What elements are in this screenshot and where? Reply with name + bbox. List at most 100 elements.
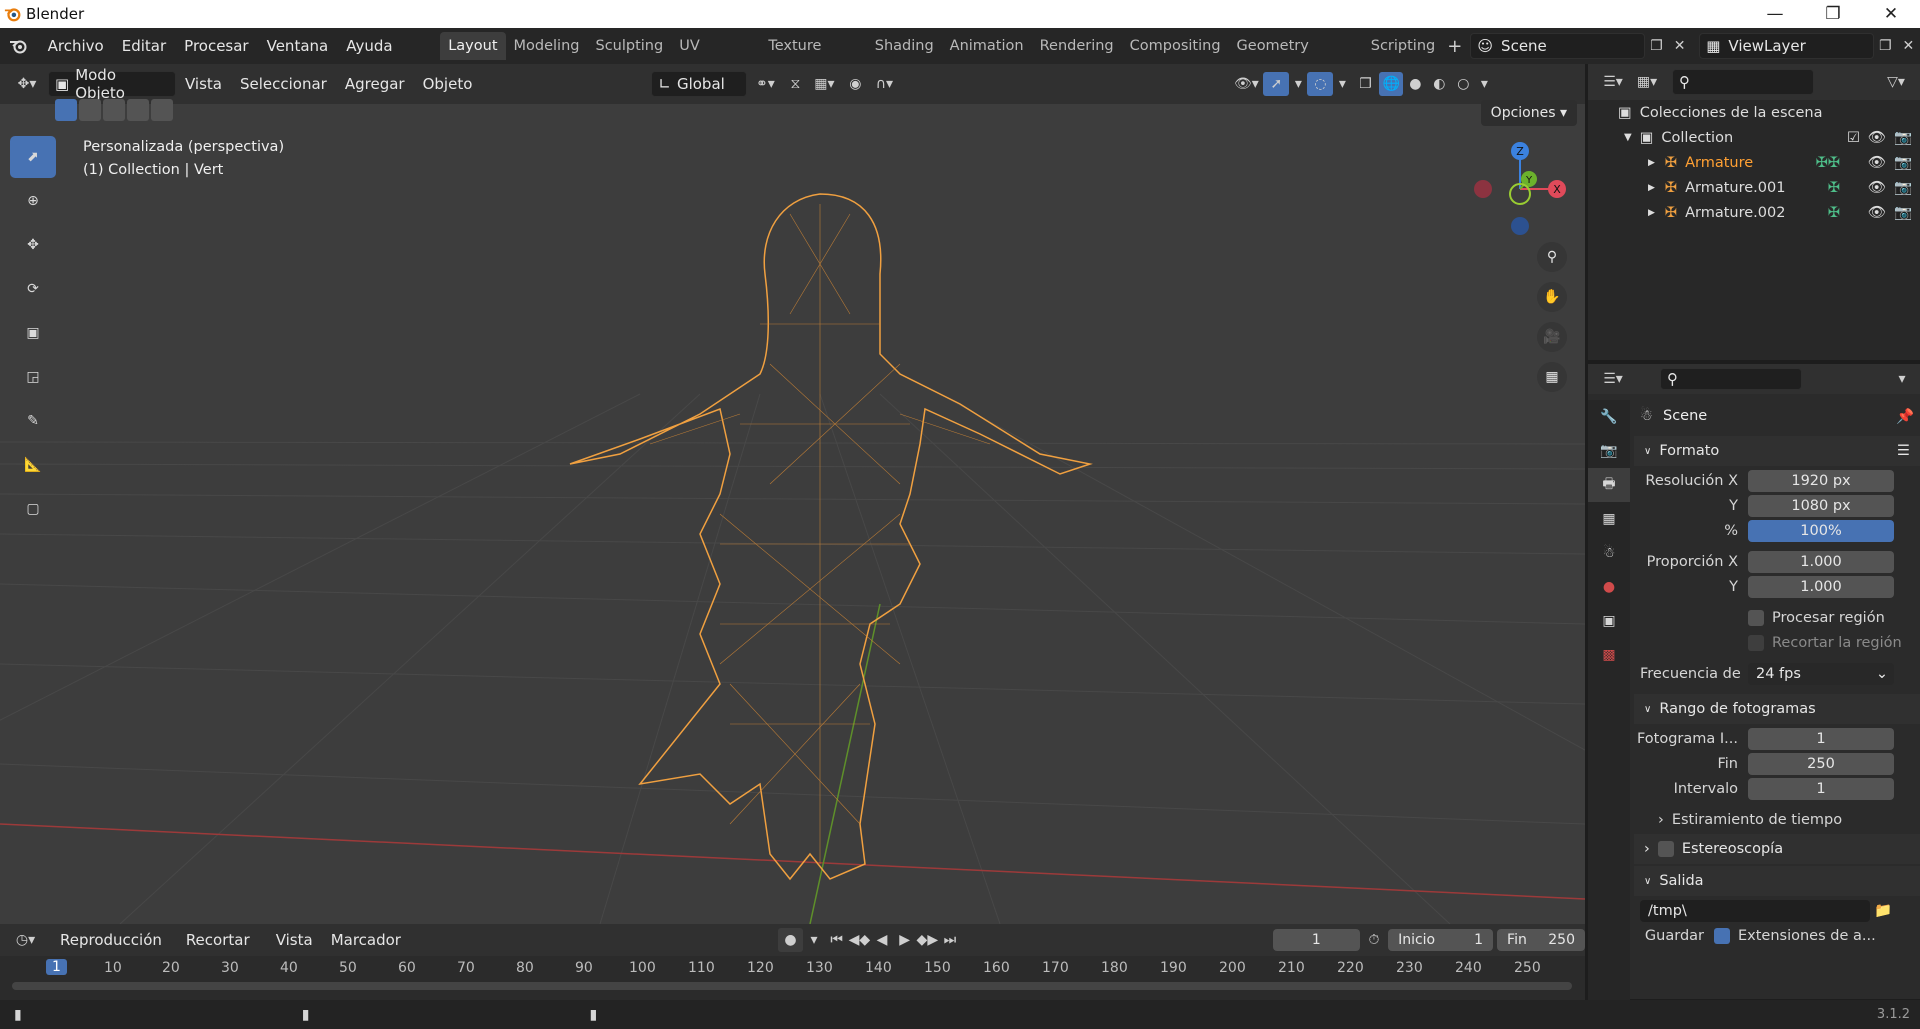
visibility-eye-icon[interactable]: 👁 — [1868, 179, 1886, 196]
render-camera-icon[interactable]: 📷 — [1894, 204, 1912, 221]
viewport-scene[interactable] — [0, 64, 1585, 924]
tab-compositing[interactable]: Compositing — [1122, 32, 1229, 60]
overlay-toggle-icon[interactable]: ◌ — [1307, 72, 1334, 96]
properties-options-icon[interactable]: ▾ — [1892, 371, 1912, 387]
menu-vista[interactable]: Vista — [176, 75, 231, 93]
new-viewlayer-icon[interactable]: ❐ — [1874, 38, 1897, 54]
falloff-icon[interactable]: ∩▾ — [869, 76, 899, 92]
folder-icon[interactable]: 📁 — [1874, 902, 1892, 919]
add-cube-tool-icon[interactable]: ▢ — [10, 488, 56, 530]
add-workspace-icon[interactable]: + — [1443, 36, 1466, 57]
expand-chevron-icon[interactable]: ▶ — [1648, 183, 1655, 193]
aspect-x-field[interactable]: 1.000 — [1748, 550, 1894, 573]
tab-texture-paint[interactable]: Texture Paint — [760, 32, 866, 82]
menu-ayuda[interactable]: Ayuda — [337, 33, 401, 59]
end-frame-field[interactable]: Fin 250 — [1497, 929, 1585, 951]
properties-search-input[interactable]: ⚲ — [1660, 368, 1802, 390]
pivot-icon[interactable]: ⚭▾ — [747, 76, 783, 92]
menu-seleccionar[interactable]: Seleccionar — [231, 75, 336, 93]
camera-view-icon[interactable]: 🎥 — [1537, 322, 1567, 352]
ortho-grid-icon[interactable]: ▦ — [1537, 362, 1567, 392]
tab-geometry-nodes[interactable]: Geometry Nodes — [1229, 32, 1363, 82]
panel-formato[interactable]: ∨ Formato ☰ — [1634, 436, 1920, 466]
menu-objeto[interactable]: Objeto — [414, 75, 482, 93]
presets-list-icon[interactable]: ☰ — [1897, 443, 1910, 459]
visibility-eye-icon[interactable]: 👁 — [1868, 204, 1886, 221]
world-tab-icon[interactable]: ● — [1588, 570, 1630, 604]
options-dropdown[interactable]: Opciones ▾ — [1480, 100, 1577, 126]
collection-tab-icon[interactable]: ▣ — [1588, 604, 1630, 638]
editor-type-icon[interactable]: ✥▾ — [10, 76, 44, 92]
outliner-item-armature-001[interactable]: ▶ ✠ Armature.001 ✠ 👁 📷 — [1588, 175, 1920, 200]
scene-tab-icon[interactable]: ☃ — [1588, 536, 1630, 570]
res-pct-field[interactable]: 100% — [1748, 519, 1894, 542]
res-y-field[interactable]: 1080 px — [1748, 494, 1894, 517]
mode-selector[interactable]: ▣ Modo Objeto — [48, 66, 176, 102]
play-icon[interactable]: ▶ — [893, 932, 916, 948]
tab-modeling[interactable]: Modeling — [506, 32, 588, 60]
outliner-type-icon[interactable]: ☰▾ — [1596, 74, 1630, 90]
view-layer-tab-icon[interactable]: ▦ — [1588, 502, 1630, 536]
record-icon[interactable]: ● — [778, 928, 803, 952]
next-keyframe-icon[interactable]: ◆▶ — [916, 932, 939, 948]
render-region-row[interactable]: Procesar región — [1634, 605, 1920, 630]
snap-icon[interactable]: ⧖ — [783, 76, 807, 92]
frame-end-field[interactable]: 250 — [1748, 752, 1894, 775]
expand-chevron-icon[interactable]: ▶ — [1648, 158, 1655, 168]
panel-stereoscopy[interactable]: › Estereoscopía — [1634, 834, 1920, 864]
select-box-icon[interactable] — [55, 99, 77, 121]
scale-tool-icon[interactable]: ▣ — [10, 312, 56, 354]
tab-scripting[interactable]: Scripting — [1363, 32, 1443, 60]
outliner-collection[interactable]: ▼ ▣ Collection ☑ 👁 📷 — [1588, 125, 1920, 150]
navigation-gizmo[interactable]: Z X Y — [1465, 134, 1575, 244]
xray-icon[interactable]: ❐ — [1351, 76, 1379, 92]
3d-viewport[interactable]: ✥▾ ▣ Modo Objeto Vista Seleccionar Agreg… — [0, 64, 1585, 924]
minimize-icon[interactable]: — — [1746, 0, 1804, 28]
rotate-tool-icon[interactable]: ⟳ — [10, 268, 56, 310]
stopwatch-icon[interactable]: ⏱ — [1360, 932, 1388, 948]
snap-target-icon[interactable]: ▦▾ — [807, 76, 841, 92]
keying-menu-icon[interactable]: ▾ — [803, 932, 826, 948]
menu-recortar[interactable]: Recortar ▾ — [177, 927, 267, 975]
render-camera-icon[interactable]: 📷 — [1894, 154, 1912, 171]
collection-checkbox-icon[interactable]: ☑ — [1847, 130, 1860, 146]
timeline-scrollbar[interactable] — [12, 982, 1572, 990]
select-intersect-icon[interactable] — [151, 99, 173, 121]
pan-hand-icon[interactable]: ✋ — [1537, 282, 1567, 312]
menu-reproduccion[interactable]: Reproducción ▾ — [51, 927, 177, 975]
current-frame-field[interactable]: 1 — [1272, 929, 1360, 951]
transform-tool-icon[interactable]: ◲ — [10, 356, 56, 398]
outliner-item-armature-002[interactable]: ▶ ✠ Armature.002 ✠ 👁 📷 — [1588, 200, 1920, 225]
properties-type-icon[interactable]: ☰▾ — [1596, 371, 1630, 387]
menu-procesar[interactable]: Procesar — [175, 33, 257, 59]
aspect-y-field[interactable]: 1.000 — [1748, 575, 1894, 598]
expand-chevron-icon[interactable]: ▶ — [1648, 208, 1655, 218]
timeline-ruler[interactable]: 1 10 20 30 40 50 60 70 80 90 100 110 120… — [0, 957, 1585, 981]
wireframe-shading-icon[interactable]: 🌐 — [1379, 72, 1404, 96]
proportional-edit-icon[interactable]: ◉ — [841, 76, 869, 92]
panel-output[interactable]: ∨ Salida — [1634, 866, 1920, 896]
menu-editar[interactable]: Editar — [113, 33, 175, 59]
menu-marcador[interactable]: Marcador — [322, 927, 410, 953]
measure-tool-icon[interactable]: 📐 — [10, 444, 56, 486]
select-invert-icon[interactable] — [127, 99, 149, 121]
frame-start-field[interactable]: 1 — [1748, 727, 1894, 750]
render-camera-icon[interactable]: 📷 — [1894, 129, 1912, 146]
stereoscopy-checkbox[interactable] — [1657, 841, 1674, 857]
texture-tab-icon[interactable]: ▩ — [1588, 638, 1630, 672]
render-camera-icon[interactable]: 📷 — [1894, 179, 1912, 196]
select-subtract-icon[interactable] — [103, 99, 125, 121]
menu-vista-timeline[interactable]: Vista — [267, 927, 322, 953]
panel-frame-range[interactable]: ∨ Rango de fotogramas — [1634, 694, 1920, 724]
expand-chevron-icon[interactable]: ▼ — [1624, 132, 1632, 143]
display-mode-icon[interactable]: ▦▾ — [1630, 74, 1664, 90]
jump-end-icon[interactable]: ⏭ — [939, 932, 962, 948]
tab-sculpting[interactable]: Sculpting — [587, 32, 671, 60]
outliner-search-input[interactable]: ⚲ — [1672, 69, 1814, 95]
gizmo-menu-icon[interactable]: ▾ — [1289, 76, 1307, 92]
visibility-eye-icon[interactable]: 👁 — [1868, 154, 1886, 171]
remove-scene-icon[interactable]: ✕ — [1668, 38, 1691, 54]
shading-menu-icon[interactable]: ▾ — [1475, 76, 1493, 92]
rendered-shading-icon[interactable]: ○ — [1451, 76, 1475, 92]
output-path-input[interactable]: /tmp\ — [1640, 899, 1870, 922]
